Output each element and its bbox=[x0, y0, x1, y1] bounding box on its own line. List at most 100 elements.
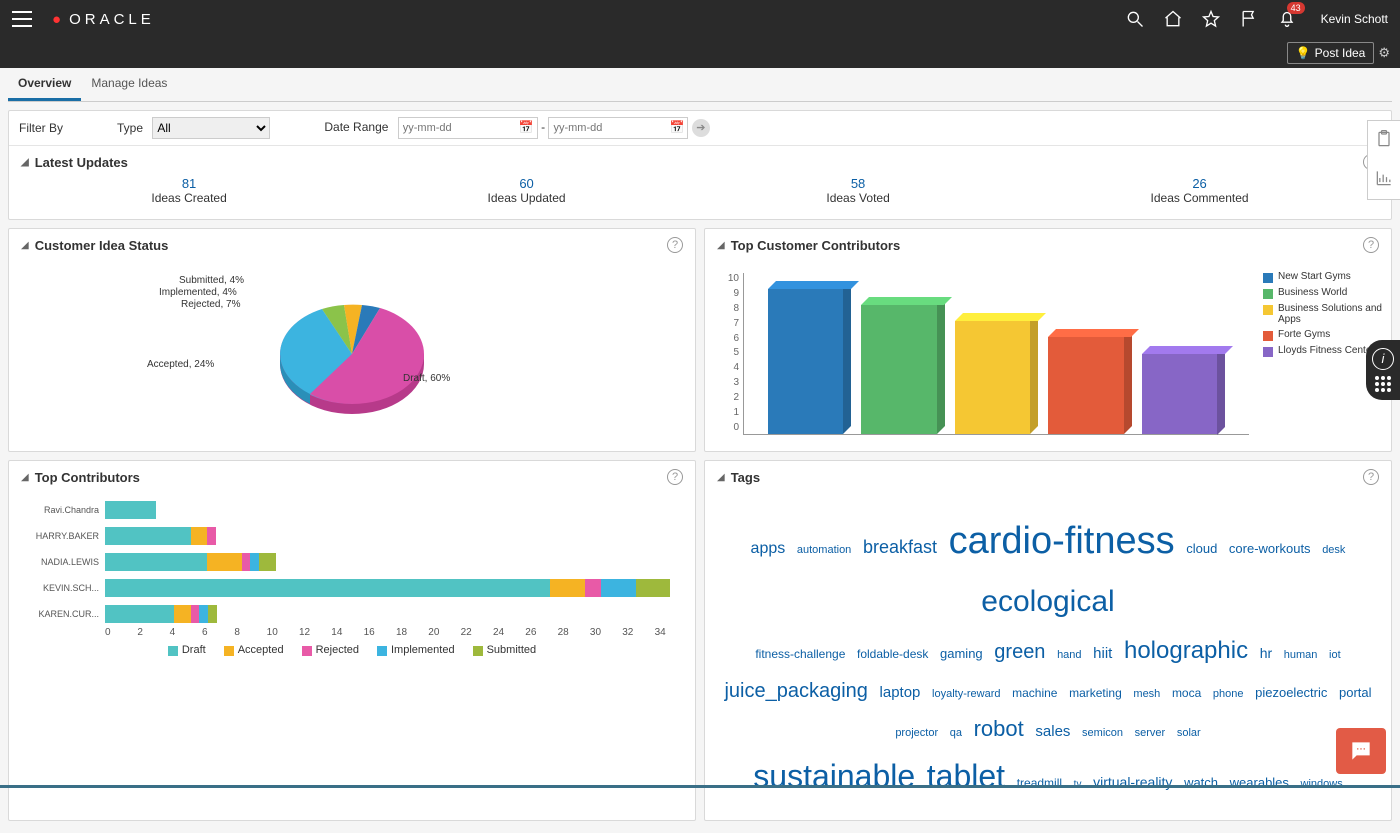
date-range-label: Date Range bbox=[324, 120, 388, 134]
top-contrib-chart: Ravi.Chandra HARRY.BAKER NADIA.LEWIS KEV… bbox=[9, 493, 695, 662]
right-rail bbox=[1367, 120, 1400, 200]
chart-icon[interactable] bbox=[1368, 160, 1400, 199]
stat-created-lbl: Ideas Created bbox=[151, 191, 226, 205]
tag-link[interactable]: juice_packaging bbox=[724, 673, 867, 709]
tag-link[interactable]: fitness-challenge bbox=[755, 644, 845, 666]
flag-icon[interactable] bbox=[1239, 9, 1259, 29]
user-name[interactable]: Kevin Schott bbox=[1321, 12, 1388, 26]
tabs: Overview Manage Ideas bbox=[8, 68, 1392, 102]
tag-link[interactable]: projector bbox=[895, 724, 938, 744]
tag-link[interactable]: automation bbox=[797, 541, 851, 561]
tag-link[interactable]: ecological bbox=[981, 575, 1114, 629]
idea-status-title: Customer Idea Status bbox=[35, 238, 169, 253]
top-bar: ●ORACLE 43 Kevin Schott bbox=[0, 0, 1400, 38]
tag-link[interactable]: qa bbox=[950, 724, 962, 744]
clipboard-icon[interactable] bbox=[1368, 121, 1400, 160]
home-icon[interactable] bbox=[1163, 9, 1183, 29]
tag-link[interactable]: holographic bbox=[1124, 629, 1248, 672]
collapse-icon[interactable]: ◢ bbox=[21, 472, 29, 483]
tag-link[interactable]: treadmill bbox=[1017, 773, 1062, 795]
collapse-icon[interactable]: ◢ bbox=[717, 472, 725, 483]
tag-link[interactable]: core-workouts bbox=[1229, 537, 1311, 560]
pie-label-rejected: Rejected, 7% bbox=[181, 299, 240, 310]
date-from-input[interactable] bbox=[398, 117, 538, 139]
tag-link[interactable]: sales bbox=[1035, 718, 1070, 745]
collapse-icon[interactable]: ◢ bbox=[21, 240, 29, 251]
pie-label-submitted: Submitted, 4% bbox=[179, 275, 244, 286]
secondary-bar: 💡 Post Idea ⚙ bbox=[0, 38, 1400, 68]
settings-icon[interactable]: ⚙ bbox=[1378, 45, 1390, 61]
tag-link[interactable]: robot bbox=[974, 709, 1024, 749]
tag-link[interactable]: foldable-desk bbox=[857, 644, 928, 666]
tag-link[interactable]: iot bbox=[1329, 646, 1341, 666]
tag-link[interactable]: solar bbox=[1177, 724, 1201, 744]
help-icon[interactable]: ? bbox=[1363, 237, 1379, 253]
calendar-icon[interactable]: 📅 bbox=[519, 120, 534, 134]
tag-link[interactable]: sustainable bbox=[753, 748, 915, 806]
latest-updates-title: Latest Updates bbox=[35, 155, 128, 170]
help-icon[interactable]: ? bbox=[667, 237, 683, 253]
notifications-icon[interactable]: 43 bbox=[1277, 8, 1297, 31]
tag-link[interactable]: cardio-fitness bbox=[949, 507, 1175, 575]
tag-link[interactable]: server bbox=[1135, 724, 1166, 744]
stat-created-num[interactable]: 81 bbox=[151, 176, 226, 191]
tags-title: Tags bbox=[731, 470, 760, 485]
tag-link[interactable]: virtual-reality bbox=[1093, 770, 1172, 795]
star-icon[interactable] bbox=[1201, 9, 1221, 29]
bar-legend: New Start Gyms Business World Business S… bbox=[1253, 265, 1383, 435]
bar-chart bbox=[743, 273, 1249, 435]
tab-overview[interactable]: Overview bbox=[8, 68, 81, 101]
stat-voted-lbl: Ideas Voted bbox=[826, 191, 889, 205]
tag-link[interactable]: mesh bbox=[1133, 685, 1160, 705]
tag-link[interactable]: laptop bbox=[880, 679, 921, 706]
tag-link[interactable]: cloud bbox=[1186, 537, 1217, 560]
tag-link[interactable]: marketing bbox=[1069, 683, 1122, 705]
menu-icon[interactable] bbox=[12, 11, 32, 27]
tag-link[interactable]: semicon bbox=[1082, 724, 1123, 744]
pie-label-implemented: Implemented, 4% bbox=[159, 287, 237, 298]
tag-link[interactable]: portal bbox=[1339, 681, 1372, 704]
tag-link[interactable]: piezoelectric bbox=[1255, 681, 1327, 704]
tag-link[interactable]: gaming bbox=[940, 642, 983, 665]
pie-label-draft: Draft, 60% bbox=[403, 373, 450, 384]
tag-link[interactable]: phone bbox=[1213, 685, 1244, 705]
tag-link[interactable]: human bbox=[1284, 646, 1318, 666]
tag-link[interactable]: apps bbox=[751, 535, 786, 564]
calendar-icon[interactable]: 📅 bbox=[670, 120, 685, 134]
cust-contrib-title: Top Customer Contributors bbox=[731, 238, 900, 253]
tab-manage-ideas[interactable]: Manage Ideas bbox=[81, 68, 177, 101]
tag-link[interactable]: hr bbox=[1260, 641, 1272, 666]
top-contrib-title: Top Contributors bbox=[35, 470, 140, 485]
collapse-icon[interactable]: ◢ bbox=[717, 240, 725, 251]
tag-link[interactable]: green bbox=[994, 634, 1045, 670]
chat-button[interactable] bbox=[1336, 728, 1386, 774]
filter-by-label: Filter By bbox=[19, 121, 63, 135]
help-icon[interactable]: ? bbox=[667, 469, 683, 485]
stat-updated-num[interactable]: 60 bbox=[488, 176, 566, 191]
help-icon[interactable]: ? bbox=[1363, 469, 1379, 485]
apply-filter-button[interactable]: ➔ bbox=[692, 119, 710, 137]
tag-link[interactable]: hiit bbox=[1093, 640, 1112, 667]
tag-link[interactable]: desk bbox=[1322, 541, 1345, 561]
tag-link[interactable]: loyalty-reward bbox=[932, 685, 1000, 705]
info-widget[interactable]: i bbox=[1366, 340, 1400, 400]
tag-link[interactable]: tablet bbox=[927, 748, 1005, 806]
tag-link[interactable]: breakfast bbox=[863, 531, 937, 563]
pie-label-accepted: Accepted, 24% bbox=[147, 359, 214, 370]
post-idea-button[interactable]: 💡 Post Idea bbox=[1287, 42, 1375, 64]
tag-cloud: apps automation breakfast cardio-fitness… bbox=[705, 493, 1391, 820]
lightbulb-icon: 💡 bbox=[1296, 46, 1311, 60]
stat-commented-num[interactable]: 26 bbox=[1151, 176, 1249, 191]
collapse-icon[interactable]: ◢ bbox=[21, 157, 29, 168]
tag-link[interactable]: moca bbox=[1172, 683, 1201, 705]
stat-voted-num[interactable]: 58 bbox=[826, 176, 889, 191]
search-icon[interactable] bbox=[1125, 9, 1145, 29]
tag-link[interactable]: watch bbox=[1184, 771, 1218, 794]
type-select[interactable]: All bbox=[152, 117, 270, 139]
date-to-input[interactable] bbox=[548, 117, 688, 139]
tag-link[interactable]: wearables bbox=[1230, 771, 1289, 794]
tag-link[interactable]: machine bbox=[1012, 683, 1057, 705]
tag-link[interactable]: hand bbox=[1057, 646, 1081, 666]
stat-commented-lbl: Ideas Commented bbox=[1151, 191, 1249, 205]
oracle-logo: ●ORACLE bbox=[52, 11, 155, 28]
